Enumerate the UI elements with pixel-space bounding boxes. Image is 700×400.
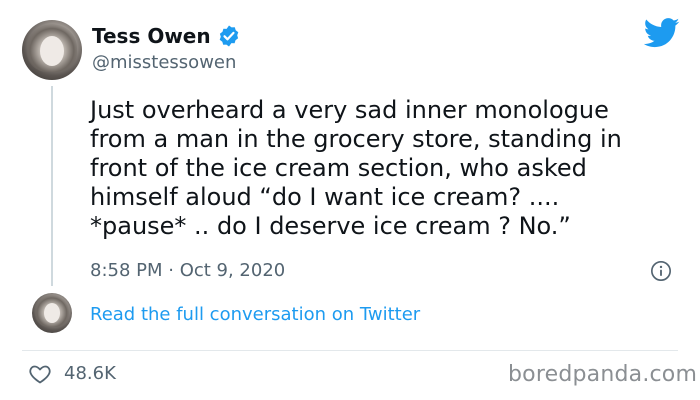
- verified-badge-icon: [219, 25, 238, 47]
- author-name-row[interactable]: Tess Owen: [92, 24, 241, 48]
- heart-icon[interactable]: [28, 362, 52, 386]
- author-name[interactable]: Tess Owen: [92, 24, 211, 48]
- author-avatar[interactable]: [22, 20, 82, 80]
- like-count: 48.6K: [64, 363, 116, 384]
- info-icon[interactable]: [650, 260, 672, 282]
- author-handle[interactable]: @misstessowen: [92, 52, 236, 73]
- watermark: boredpanda.com: [508, 362, 698, 387]
- divider: [22, 350, 678, 351]
- tweet-text: Just overheard a very sad inner monologu…: [90, 96, 622, 240]
- thread-line: [51, 86, 53, 286]
- twitter-bird-icon[interactable]: [644, 18, 680, 48]
- read-full-conversation-link[interactable]: Read the full conversation on Twitter: [90, 304, 420, 325]
- reply-avatar[interactable]: [32, 293, 72, 333]
- tweet-timestamp[interactable]: 8:58 PM · Oct 9, 2020: [90, 260, 285, 281]
